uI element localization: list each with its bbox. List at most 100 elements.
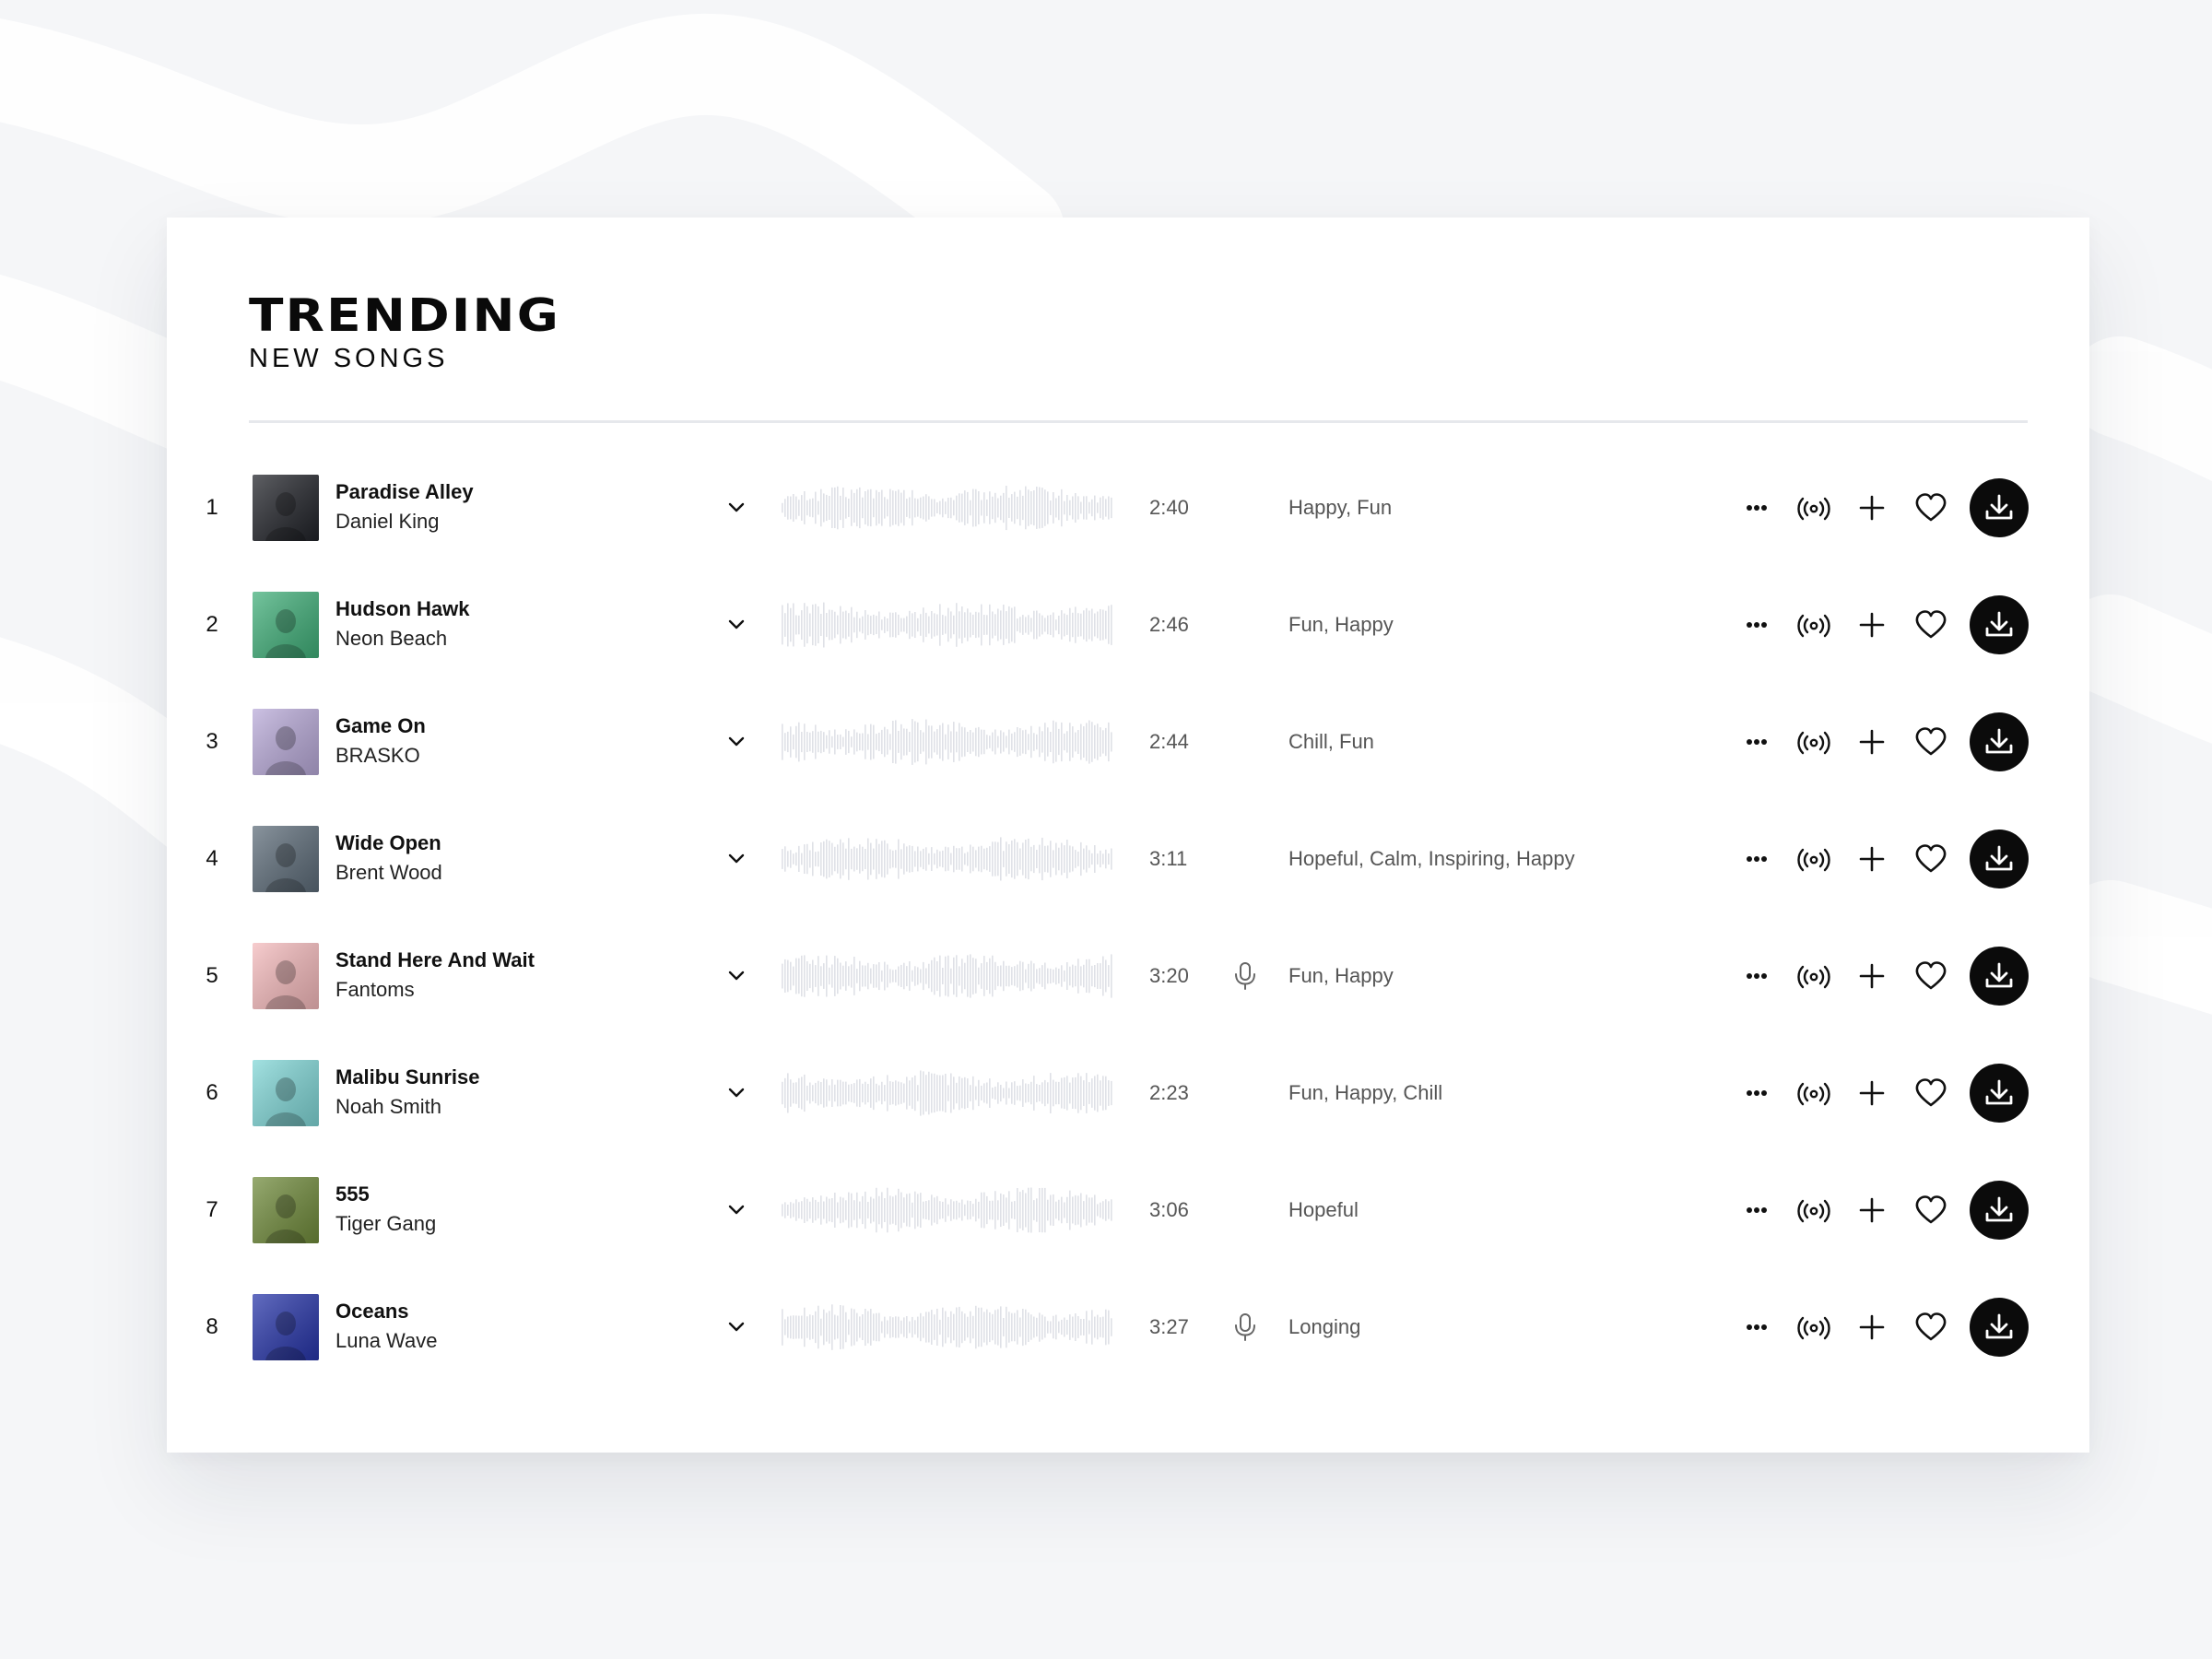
album-cover[interactable] bbox=[253, 474, 319, 541]
album-cover[interactable] bbox=[253, 825, 319, 892]
more-dots-icon[interactable] bbox=[1738, 958, 1775, 994]
track-row[interactable]: 4 Wide Open Brent Wood 3:11 Hopeful, Cal… bbox=[167, 800, 2089, 917]
page-title: TRENDING bbox=[249, 289, 560, 342]
track-title[interactable]: Wide Open bbox=[335, 830, 442, 857]
track-row[interactable]: 7 555 Tiger Gang 3:06 Hopeful bbox=[167, 1151, 2089, 1268]
mood-tags: Fun, Happy bbox=[1288, 963, 1394, 987]
album-cover[interactable] bbox=[253, 1293, 319, 1360]
heart-icon[interactable] bbox=[1912, 1075, 1949, 1112]
track-title[interactable]: Hudson Hawk bbox=[335, 595, 469, 623]
more-dots-icon[interactable] bbox=[1738, 1309, 1775, 1346]
track-artist[interactable]: Neon Beach bbox=[335, 623, 469, 654]
waveform[interactable] bbox=[780, 717, 1113, 767]
track-row[interactable]: 6 Malibu Sunrise Noah Smith 2:23 Fun, Ha… bbox=[167, 1034, 2089, 1151]
download-icon bbox=[1985, 962, 2013, 987]
download-button[interactable] bbox=[1970, 1180, 2029, 1240]
track-artist[interactable]: Fantoms bbox=[335, 974, 535, 1006]
chevron-down-icon[interactable] bbox=[723, 611, 750, 639]
album-cover[interactable] bbox=[253, 1176, 319, 1243]
album-cover[interactable] bbox=[253, 942, 319, 1009]
download-button[interactable] bbox=[1970, 594, 2029, 654]
broadcast-icon[interactable] bbox=[1795, 1192, 1832, 1229]
waveform[interactable] bbox=[780, 1185, 1113, 1235]
broadcast-icon[interactable] bbox=[1795, 489, 1832, 526]
page-subtitle: NEW SONGS bbox=[249, 344, 449, 373]
download-icon bbox=[1985, 494, 2013, 519]
more-dots-icon[interactable] bbox=[1738, 841, 1775, 877]
waveform[interactable] bbox=[780, 1068, 1113, 1118]
chevron-down-icon[interactable] bbox=[723, 494, 750, 522]
heart-icon[interactable] bbox=[1912, 606, 1949, 643]
track-title[interactable]: Paradise Alley bbox=[335, 478, 474, 506]
track-title[interactable]: Game On bbox=[335, 712, 426, 740]
plus-icon[interactable] bbox=[1853, 606, 1890, 643]
chevron-down-icon[interactable] bbox=[723, 1313, 750, 1341]
track-title[interactable]: Malibu Sunrise bbox=[335, 1064, 479, 1091]
track-artist[interactable]: BRASKO bbox=[335, 740, 426, 771]
plus-icon[interactable] bbox=[1853, 1192, 1890, 1229]
download-button[interactable] bbox=[1970, 712, 2029, 771]
track-title[interactable]: Oceans bbox=[335, 1298, 437, 1325]
track-number: 5 bbox=[206, 962, 218, 988]
broadcast-icon[interactable] bbox=[1795, 1075, 1832, 1112]
heart-icon[interactable] bbox=[1912, 1309, 1949, 1346]
track-artist[interactable]: Brent Wood bbox=[335, 857, 442, 888]
album-cover[interactable] bbox=[253, 708, 319, 775]
track-artist[interactable]: Luna Wave bbox=[335, 1325, 437, 1357]
track-row[interactable]: 1 Paradise Alley Daniel King 2:40 Happy,… bbox=[167, 449, 2089, 566]
download-button[interactable] bbox=[1970, 829, 2029, 888]
track-row[interactable]: 5 Stand Here And Wait Fantoms 3:20 Fun, … bbox=[167, 917, 2089, 1034]
more-dots-icon[interactable] bbox=[1738, 489, 1775, 526]
track-meta: Wide Open Brent Wood bbox=[335, 830, 442, 888]
chevron-down-icon[interactable] bbox=[723, 1079, 750, 1107]
track-title[interactable]: 555 bbox=[335, 1181, 436, 1208]
plus-icon[interactable] bbox=[1853, 1309, 1890, 1346]
track-artist[interactable]: Noah Smith bbox=[335, 1091, 479, 1123]
track-artist[interactable]: Daniel King bbox=[335, 506, 474, 537]
more-dots-icon[interactable] bbox=[1738, 606, 1775, 643]
more-dots-icon[interactable] bbox=[1738, 1075, 1775, 1112]
download-button[interactable] bbox=[1970, 1297, 2029, 1357]
waveform[interactable] bbox=[780, 1302, 1113, 1352]
heart-icon[interactable] bbox=[1912, 841, 1949, 877]
download-button[interactable] bbox=[1970, 477, 2029, 537]
more-dots-icon[interactable] bbox=[1738, 1192, 1775, 1229]
plus-icon[interactable] bbox=[1853, 489, 1890, 526]
plus-icon[interactable] bbox=[1853, 1075, 1890, 1112]
broadcast-icon[interactable] bbox=[1795, 1309, 1832, 1346]
more-dots-icon[interactable] bbox=[1738, 724, 1775, 760]
broadcast-icon[interactable] bbox=[1795, 724, 1832, 760]
chevron-down-icon[interactable] bbox=[723, 728, 750, 756]
waveform[interactable] bbox=[780, 483, 1113, 533]
mood-tags: Hopeful bbox=[1288, 1197, 1359, 1221]
plus-icon[interactable] bbox=[1853, 958, 1890, 994]
broadcast-icon[interactable] bbox=[1795, 606, 1832, 643]
chevron-down-icon[interactable] bbox=[723, 845, 750, 873]
chevron-down-icon[interactable] bbox=[723, 1196, 750, 1224]
track-row[interactable]: 3 Game On BRASKO 2:44 Chill, Fun bbox=[167, 683, 2089, 800]
heart-icon[interactable] bbox=[1912, 958, 1949, 994]
track-artist[interactable]: Tiger Gang bbox=[335, 1208, 436, 1240]
album-cover[interactable] bbox=[253, 1059, 319, 1126]
track-number: 8 bbox=[206, 1313, 218, 1339]
track-duration: 3:20 bbox=[1149, 963, 1189, 987]
broadcast-icon[interactable] bbox=[1795, 841, 1832, 877]
track-row[interactable]: 8 Oceans Luna Wave 3:27 Longing bbox=[167, 1268, 2089, 1385]
download-button[interactable] bbox=[1970, 946, 2029, 1006]
track-row[interactable]: 2 Hudson Hawk Neon Beach 2:46 Fun, Happy bbox=[167, 566, 2089, 683]
heart-icon[interactable] bbox=[1912, 1192, 1949, 1229]
chevron-down-icon[interactable] bbox=[723, 962, 750, 990]
waveform[interactable] bbox=[780, 951, 1113, 1001]
microphone-icon bbox=[1231, 1312, 1259, 1343]
plus-icon[interactable] bbox=[1853, 841, 1890, 877]
waveform[interactable] bbox=[780, 834, 1113, 884]
plus-icon[interactable] bbox=[1853, 724, 1890, 760]
album-cover[interactable] bbox=[253, 591, 319, 658]
track-title[interactable]: Stand Here And Wait bbox=[335, 947, 535, 974]
download-button[interactable] bbox=[1970, 1063, 2029, 1123]
heart-icon[interactable] bbox=[1912, 489, 1949, 526]
broadcast-icon[interactable] bbox=[1795, 958, 1832, 994]
waveform[interactable] bbox=[780, 600, 1113, 650]
track-number: 3 bbox=[206, 728, 218, 754]
heart-icon[interactable] bbox=[1912, 724, 1949, 760]
